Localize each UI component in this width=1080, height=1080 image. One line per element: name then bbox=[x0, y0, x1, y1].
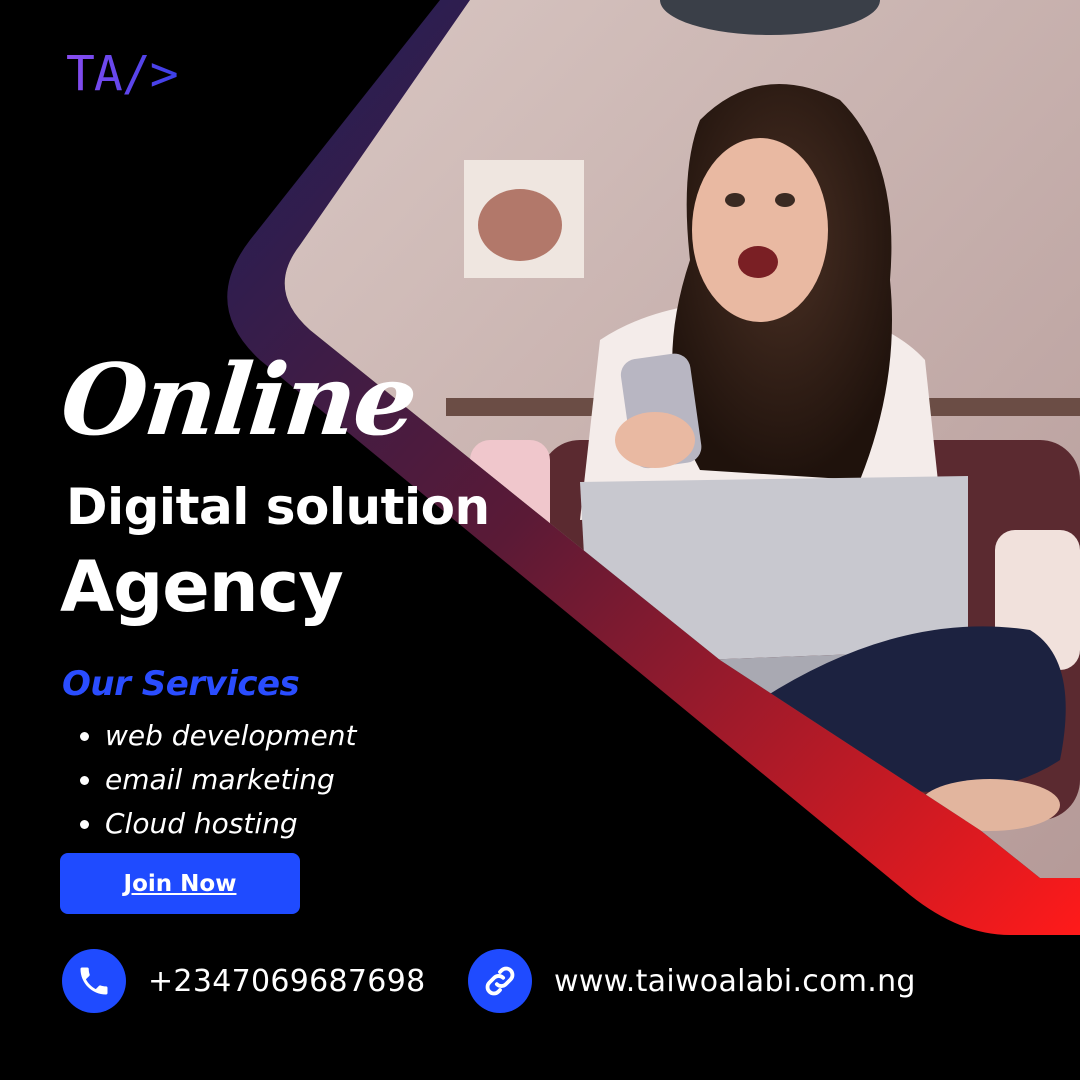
bullet-icon bbox=[80, 775, 89, 785]
logo-text: TA/> bbox=[66, 46, 179, 102]
service-item: web development bbox=[80, 714, 357, 758]
service-label: web development bbox=[105, 719, 357, 752]
website-url: www.taiwoalabi.com.ng bbox=[554, 963, 916, 999]
contact-website[interactable]: www.taiwoalabi.com.ng bbox=[468, 949, 916, 1013]
services-title: Our Services bbox=[62, 664, 300, 704]
phone-number: +2347069687698 bbox=[148, 963, 426, 999]
join-now-button[interactable]: Join Now bbox=[60, 853, 300, 914]
phone-icon bbox=[62, 949, 126, 1013]
service-item: email marketing bbox=[80, 758, 357, 802]
link-icon bbox=[468, 949, 532, 1013]
hero-photo bbox=[0, 0, 1080, 1080]
promo-canvas: TA/> Online Digital solution Agency Our … bbox=[0, 0, 1080, 1080]
contact-phone[interactable]: +2347069687698 bbox=[62, 949, 425, 1013]
bullet-icon bbox=[80, 731, 89, 741]
service-item: Cloud hosting bbox=[80, 802, 357, 846]
service-label: email marketing bbox=[105, 763, 335, 796]
brand-logo: TA/> bbox=[66, 46, 179, 102]
headline-agency: Agency bbox=[60, 546, 344, 628]
service-label: Cloud hosting bbox=[105, 807, 298, 840]
headline-digital-solution: Digital solution bbox=[66, 478, 490, 536]
services-list: web development email marketing Cloud ho… bbox=[80, 714, 357, 846]
headline-online: Online bbox=[56, 343, 421, 458]
bullet-icon bbox=[80, 819, 89, 829]
